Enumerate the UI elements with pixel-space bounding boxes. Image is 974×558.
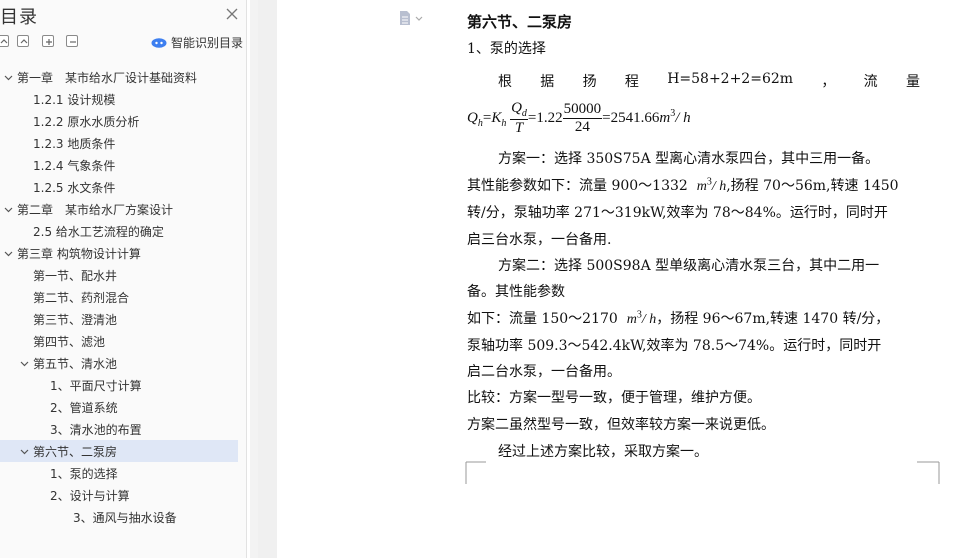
remove-heading-button[interactable] <box>66 35 78 47</box>
toc-item-label: 2、管道系统 <box>50 400 118 415</box>
plan1-line-1: 方案一：选择 350S75A 型离心清水泵四台，其中三用一备。 <box>498 151 880 167</box>
toc-item-label: 第三章 构筑物设计计算 <box>17 246 141 261</box>
toc-item[interactable]: 第四节、滤池 <box>0 330 238 352</box>
compare-line-1: 比较：方案一型号一致，便于管理，维护方便。 <box>467 390 761 406</box>
toc-item[interactable]: 第六节、二泵房 <box>0 440 238 462</box>
flow-formula: Qh=Kh Qd T =1.22 50000 24 =2541.66m3/ h <box>467 100 691 136</box>
section-heading: 第六节、二泵房 <box>467 13 573 31</box>
toc-item-label: 3、通风与抽水设备 <box>73 510 177 525</box>
toc-scrollbar[interactable] <box>250 0 258 558</box>
head-part: 根 <box>498 74 512 90</box>
close-icon[interactable] <box>225 6 241 22</box>
toc-item-label: 第一节、配水井 <box>33 268 118 283</box>
toc-item-label: 1.2.4 气象条件 <box>33 158 116 173</box>
toc-item-label: 2、设计与计算 <box>50 488 130 503</box>
toc-title: 目录 <box>0 7 38 28</box>
toc-item[interactable]: 1、平面尺寸计算 <box>0 374 238 396</box>
toc-item-label: 1.2.5 水文条件 <box>33 180 116 195</box>
toc-item-label: 第五节、清水池 <box>33 356 118 371</box>
toc-item[interactable]: 第一节、配水井 <box>0 264 238 286</box>
head-part: 据 <box>540 74 555 90</box>
toc-item[interactable]: 第五节、清水池 <box>0 352 238 374</box>
toc-item[interactable]: 1.2.2 原水水质分析 <box>0 110 238 132</box>
head-part: 流 <box>863 74 878 90</box>
chevron-down-icon[interactable] <box>20 359 29 368</box>
toc-item-label: 2.5 给水工艺流程的确定 <box>33 224 164 239</box>
toc-item-label: 第一章 某市给水厂设计基础资料 <box>17 70 198 85</box>
toc-item[interactable]: 1.2.5 水文条件 <box>0 176 238 198</box>
toc-item[interactable]: 2.5 给水工艺流程的确定 <box>0 220 238 242</box>
head-part: ， <box>821 74 836 90</box>
smart-toc-label: 智能识别目录 <box>171 35 244 50</box>
toc-item-label: 第二章 某市给水厂方案设计 <box>17 202 174 217</box>
toc-item[interactable]: 1.2.3 地质条件 <box>0 132 238 154</box>
head-calc-line: 根 据 扬 程 H=58+2+2=62m ， 流 量 <box>498 71 920 91</box>
chevron-down-icon[interactable] <box>4 249 13 258</box>
smart-toc-button[interactable]: 智能识别目录 <box>151 34 243 50</box>
plan2-line-2: 备。其性能参数 <box>467 284 565 300</box>
toc-item-label: 第二节、药剂混合 <box>33 290 130 305</box>
plan2-line-3: 如下：流量 150～2170 m3/ h，扬程 96～67m,转速 1470 转… <box>467 309 890 327</box>
compare-line-2: 方案二虽然型号一致，但效率较方案一来说更低。 <box>467 417 775 433</box>
compare-line-3: 经过上述方案比较，采取方案一。 <box>498 444 708 460</box>
plan2-line-5: 启二台水泵，一台备用。 <box>467 364 621 380</box>
plan1-line-2: 其性能参数如下：流量 900～1332 m3/ h,扬程 70～56m,转速 1… <box>467 176 899 194</box>
toc-panel: 目录 智能识别目录 第一章 某市给水厂设计基础资料 1.2.1 设计规模 1.2.2… <box>0 0 247 558</box>
expand-up-icon-button[interactable] <box>17 35 29 47</box>
toc-item[interactable]: 1.2.4 气象条件 <box>0 154 238 176</box>
fraction-50000-24: 50000 24 <box>562 101 603 135</box>
toc-item-label: 第四节、滤池 <box>33 334 106 349</box>
plan2-line-1: 方案二：选择 500S98A 型单级离心清水泵三台，其中二用一 <box>498 258 880 274</box>
toc-item-label: 1、泵的选择 <box>50 466 118 481</box>
toc-item-label: 第六节、二泵房 <box>33 444 118 459</box>
toc-item[interactable]: 第二章 某市给水厂方案设计 <box>0 198 238 220</box>
toc-item[interactable]: 3、清水池的布置 <box>0 418 238 440</box>
collapse-all-button[interactable] <box>0 35 9 47</box>
plan2-line-4: 泵轴功率 509.3～542.4kW,效率为 78.5～74%。运行时，同时开 <box>467 338 882 354</box>
chevron-down-icon[interactable] <box>20 447 29 456</box>
head-part: 程 <box>624 74 639 90</box>
chevron-down-icon[interactable] <box>4 205 13 214</box>
head-part: 扬 <box>582 74 597 90</box>
toc-item[interactable]: 第三章 构筑物设计计算 <box>0 242 238 264</box>
toc-item[interactable]: 2、管道系统 <box>0 396 238 418</box>
toc-item-label: 1.2.1 设计规模 <box>33 92 116 107</box>
toc-item[interactable]: 3、通风与抽水设备 <box>0 506 238 528</box>
toc-item-label: 1.2.3 地质条件 <box>33 136 116 151</box>
toc-item-label: 1、平面尺寸计算 <box>50 378 142 393</box>
document-options-icon[interactable] <box>398 10 426 26</box>
head-part: 量 <box>905 74 920 90</box>
plan1-line-3: 转/分，泵轴功率 271～319kW,效率为 78～84%。运行时，同时开 <box>467 205 888 221</box>
crop-mark-bottom-right <box>917 460 941 486</box>
toc-item[interactable]: 1.2.1 设计规模 <box>0 88 238 110</box>
toc-item[interactable]: 第二节、药剂混合 <box>0 286 238 308</box>
head-part: H=58+2+2=62m <box>667 71 794 87</box>
fraction-qd-t: Qd T <box>510 100 528 136</box>
subsection-heading: 1、泵的选择 <box>467 41 546 57</box>
toc-item-label: 3、清水池的布置 <box>50 422 142 437</box>
cloud-icon <box>151 37 167 48</box>
plan1-line-4: 启三台水泵，一台备用. <box>467 232 612 248</box>
toc-item[interactable]: 1、泵的选择 <box>0 462 238 484</box>
toc-item[interactable]: 第三节、澄清池 <box>0 308 238 330</box>
crop-mark-bottom-left <box>462 460 488 486</box>
toc-item-label: 1.2.2 原水水质分析 <box>33 114 140 129</box>
add-heading-button[interactable] <box>42 35 54 47</box>
toc-item-label: 第三节、澄清池 <box>33 312 118 327</box>
toc-item[interactable]: 2、设计与计算 <box>0 484 238 506</box>
toc-item[interactable]: 第一章 某市给水厂设计基础资料 <box>0 66 238 88</box>
chevron-down-icon[interactable] <box>4 73 13 82</box>
